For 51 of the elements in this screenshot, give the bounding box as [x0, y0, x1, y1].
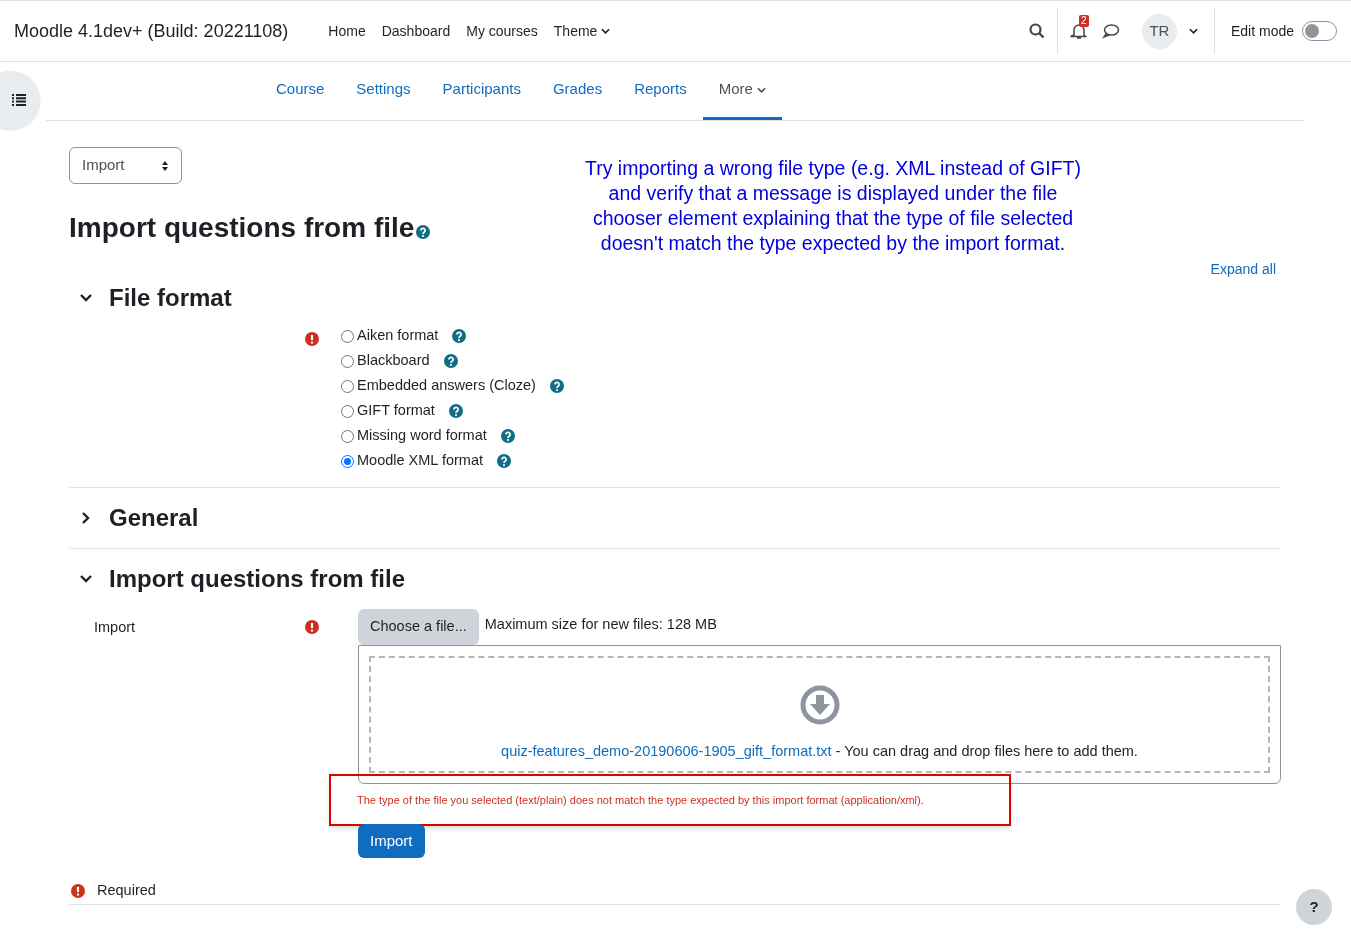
help-icon[interactable] [497, 454, 511, 468]
import-button[interactable]: Import [358, 824, 425, 858]
help-icon[interactable] [549, 379, 564, 393]
help-button[interactable]: ? [1296, 889, 1332, 925]
edit-mode-label: Edit mode [1230, 21, 1294, 41]
help-icon[interactable] [416, 225, 431, 239]
section-heading[interactable]: General [109, 500, 199, 536]
choose-file-button[interactable]: Choose a file... [358, 609, 479, 645]
required-note: Required [97, 881, 156, 900]
format-radio[interactable]: GIFT format [341, 400, 435, 422]
course-nav-tab[interactable]: Settings [340, 62, 427, 120]
annotation-note: Try importing a wrong file type (e.g. XML instead of GIFT) and verify that a message is displayed under the file chooser element explaining that the type of file selected doesn't match the type expected by the import format. [584, 156, 1082, 256]
max-size-text: Maximum size for new files: 128 MB [484, 615, 717, 635]
nav-link[interactable]: Theme [545, 20, 619, 42]
page-heading: Import questions from file [69, 211, 415, 245]
course-nav-tab[interactable]: Course [260, 62, 341, 120]
drop-hint: - You can drag and drop files here to add them. [834, 743, 1138, 760]
course-nav-tab[interactable]: Grades [536, 62, 619, 120]
file-link[interactable]: quiz-features_demo-20190606-1905_gift_format.txt [501, 743, 832, 760]
nav-link[interactable]: My courses [458, 20, 546, 42]
list-icon [12, 94, 26, 106]
notification-badge: 2 [1078, 15, 1089, 27]
format-radio[interactable]: Moodle XML format [341, 450, 483, 472]
format-radio[interactable]: Embedded answers (Cloze) [341, 375, 536, 397]
edit-mode-switch[interactable] [1302, 21, 1337, 41]
help-icon[interactable] [500, 429, 515, 443]
chevron-down-icon [1188, 28, 1198, 34]
sort-icon [161, 159, 169, 172]
user-avatar[interactable]: TR [1141, 13, 1177, 49]
section-heading[interactable]: File format [109, 280, 232, 316]
help-icon[interactable] [452, 329, 467, 343]
site-name[interactable]: Moodle 4.1dev+ (Build: 20221108) [14, 17, 289, 45]
help-icon[interactable] [448, 404, 463, 418]
section-heading[interactable]: Import questions from file [109, 561, 405, 597]
nav-link[interactable]: Dashboard [373, 20, 459, 42]
expand-all-link[interactable]: Expand all [1210, 259, 1276, 280]
course-nav-tab[interactable]: Participants [426, 62, 537, 120]
required-icon [71, 883, 85, 898]
error-message: The type of the file you selected (text/plain) does not match the type expected by this import format (application/xml). [357, 792, 924, 808]
field-label: Import [94, 618, 136, 637]
bell-icon[interactable] [1069, 22, 1088, 40]
format-radio[interactable]: Missing word format [341, 425, 487, 447]
course-nav-tab[interactable]: More [702, 62, 782, 120]
nav-link[interactable]: Home [320, 20, 374, 42]
search-icon[interactable] [1028, 23, 1045, 39]
format-radio[interactable]: Blackboard [341, 350, 430, 372]
help-icon[interactable] [443, 354, 458, 368]
action-select[interactable]: Import [69, 147, 182, 184]
course-nav-tab[interactable]: Reports [618, 62, 703, 120]
chat-bubble-icon[interactable] [1101, 23, 1120, 39]
format-radio[interactable]: Aiken format [341, 325, 439, 347]
